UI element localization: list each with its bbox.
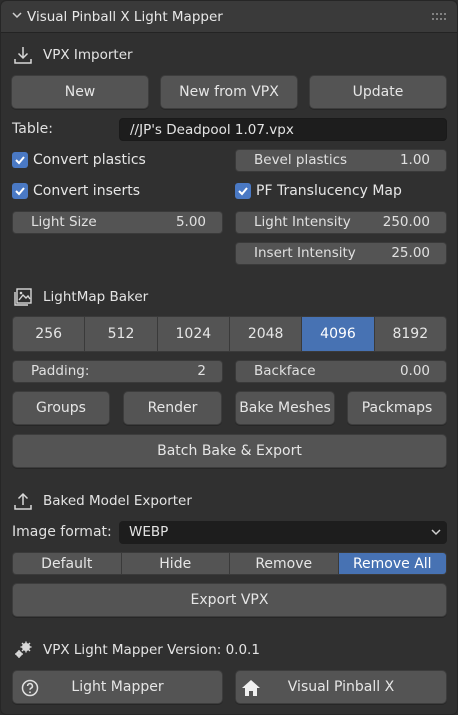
panel-header[interactable]: Visual Pinball X Light Mapper (1, 1, 457, 33)
resolution-option[interactable]: 256 (13, 317, 86, 351)
light-size-field[interactable]: Light Size 5.00 (12, 211, 223, 234)
table-path-field[interactable]: //JP's Deadpool 1.07.vpx (119, 118, 447, 141)
pf-translucency-label: PF Translucency Map (256, 183, 402, 199)
new-from-vpx-button[interactable]: New from VPX (160, 75, 298, 109)
help-icon (21, 679, 39, 697)
chevron-down-icon[interactable] (11, 9, 23, 21)
home-icon (242, 680, 260, 696)
new-button[interactable]: New (11, 75, 149, 109)
lightmap-baker-title: LightMap Baker (43, 289, 149, 305)
padding-field[interactable]: Padding: 2 (12, 360, 223, 383)
light-size-label: Light Size (31, 214, 97, 230)
light-mapper-help-button[interactable]: Light Mapper (12, 670, 223, 704)
padding-value: 2 (197, 363, 206, 379)
resolution-option-selected[interactable]: 4096 (302, 317, 375, 351)
version-label: VPX Light Mapper Version: 0.0.1 (43, 642, 260, 658)
mode-option-hide[interactable]: Hide (121, 553, 230, 574)
mode-option-remove-all[interactable]: Remove All (338, 553, 446, 574)
insert-intensity-value: 25.00 (391, 245, 430, 261)
insert-intensity-label: Insert Intensity (254, 245, 356, 261)
convert-plastics-checkbox[interactable] (12, 152, 28, 168)
export-vpx-button[interactable]: Export VPX (12, 583, 447, 617)
bake-meshes-button[interactable]: Bake Meshes (235, 391, 335, 425)
insert-intensity-field[interactable]: Insert Intensity 25.00 (235, 242, 447, 265)
export-icon (14, 492, 32, 510)
checkmark-icon (15, 156, 25, 165)
backface-value: 0.00 (399, 363, 430, 379)
padding-label: Padding: (31, 363, 90, 379)
mode-option-default[interactable]: Default (13, 553, 122, 574)
light-mapper-button-label: Light Mapper (71, 679, 164, 695)
resolution-option[interactable]: 2048 (229, 317, 303, 351)
light-intensity-value: 250.00 (382, 214, 430, 230)
pf-translucency-checkbox[interactable] (235, 183, 251, 199)
object-mode-selector: Default Hide Remove Remove All (12, 552, 447, 575)
visual-pinball-button-label: Visual Pinball X (287, 679, 395, 695)
visual-pinball-home-button[interactable]: Visual Pinball X (235, 670, 447, 704)
image-format-value: WEBP (129, 524, 169, 540)
image-icon (14, 288, 32, 306)
backface-label: Backface (254, 363, 316, 379)
panel-title: Visual Pinball X Light Mapper (27, 9, 223, 25)
bevel-plastics-field[interactable]: Bevel plastics 1.00 (235, 149, 447, 172)
baked-model-exporter-title: Baked Model Exporter (43, 493, 192, 509)
light-intensity-field[interactable]: Light Intensity 250.00 (235, 211, 447, 234)
batch-bake-export-button[interactable]: Batch Bake & Export (12, 434, 447, 468)
gear-icon (15, 641, 32, 658)
mode-option-remove[interactable]: Remove (230, 553, 339, 574)
light-mapper-panel: Visual Pinball X Light Mapper VPX Import… (0, 0, 458, 715)
vpx-importer-title: VPX Importer (43, 47, 133, 63)
dropdown-arrow-icon (431, 529, 441, 536)
packmaps-button[interactable]: Packmaps (347, 391, 447, 425)
update-button[interactable]: Update (309, 75, 447, 109)
light-intensity-label: Light Intensity (254, 214, 351, 230)
table-label: Table: (12, 121, 53, 137)
resolution-option[interactable]: 8192 (374, 317, 446, 351)
bevel-plastics-value: 1.00 (399, 152, 430, 168)
convert-inserts-label: Convert inserts (33, 183, 141, 199)
light-size-value: 5.00 (175, 214, 206, 230)
backface-field[interactable]: Backface 0.00 (235, 360, 447, 383)
convert-inserts-checkbox[interactable] (12, 183, 28, 199)
resolution-option[interactable]: 1024 (157, 317, 230, 351)
image-format-select[interactable]: WEBP (119, 521, 447, 544)
resolution-selector: 256 512 1024 2048 4096 8192 (12, 316, 447, 352)
drag-grip-icon[interactable] (431, 12, 447, 22)
checkmark-icon (15, 187, 25, 196)
import-icon (14, 47, 32, 64)
resolution-option[interactable]: 512 (85, 317, 158, 351)
convert-plastics-label: Convert plastics (33, 152, 146, 168)
image-format-label: Image format: (12, 524, 112, 540)
groups-button[interactable]: Groups (12, 391, 110, 425)
bevel-plastics-label: Bevel plastics (254, 152, 348, 168)
render-button[interactable]: Render (123, 391, 222, 425)
checkmark-icon (238, 187, 248, 196)
